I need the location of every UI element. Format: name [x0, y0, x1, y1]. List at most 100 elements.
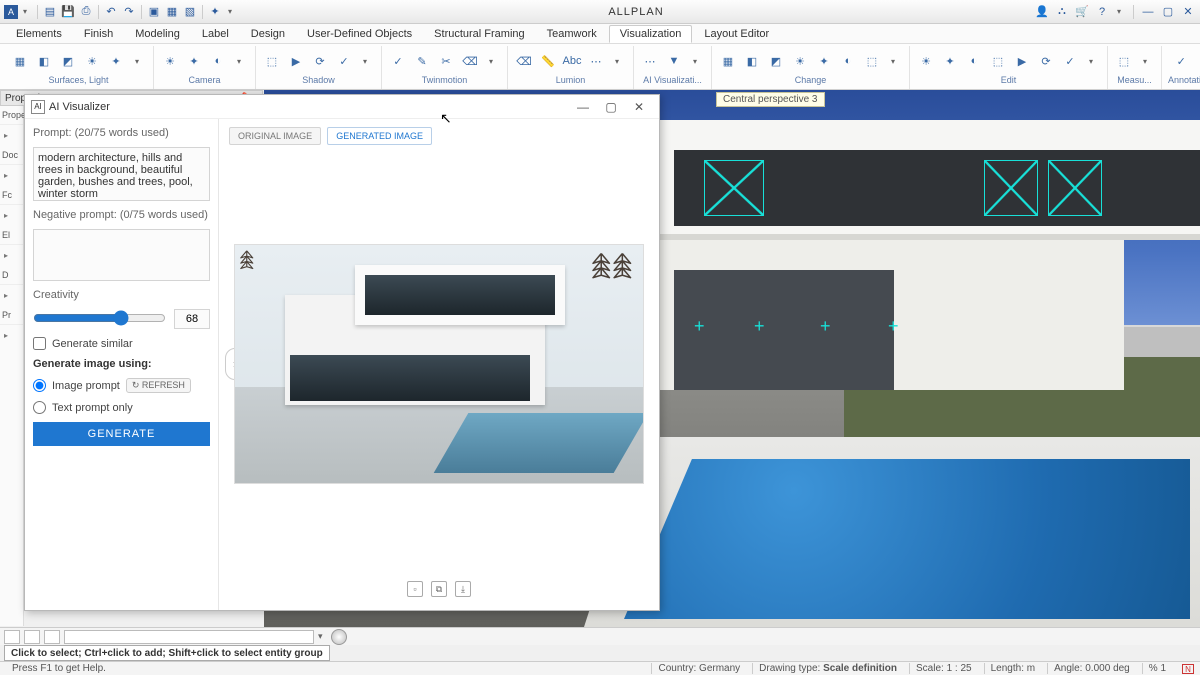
- ribbon-icon[interactable]: ◧: [34, 51, 54, 71]
- tab-label[interactable]: Label: [192, 26, 239, 42]
- ribbon-group-dropdown[interactable]: ▾: [1081, 51, 1101, 71]
- angle-value[interactable]: 0.000: [1085, 663, 1110, 674]
- creativity-slider[interactable]: [33, 310, 166, 326]
- ribbon-icon[interactable]: 📏: [538, 51, 558, 71]
- dialog-maximize-icon[interactable]: ▢: [597, 100, 625, 114]
- expand-icon[interactable]: ▸: [0, 245, 23, 266]
- ribbon-icon[interactable]: ◩: [766, 51, 786, 71]
- tool-icon[interactable]: ✦: [207, 4, 223, 20]
- user-icon[interactable]: 👤: [1034, 4, 1050, 20]
- ribbon-icon[interactable]: Abc: [562, 51, 582, 71]
- ribbon-icon[interactable]: ⬚: [1114, 51, 1134, 71]
- ribbon-icon[interactable]: ✦: [106, 51, 126, 71]
- ribbon-icon[interactable]: ⌫: [514, 51, 534, 71]
- cmd-tool2[interactable]: [24, 630, 40, 644]
- window1-icon[interactable]: ▣: [146, 4, 162, 20]
- ribbon-icon[interactable]: ⟳: [1036, 51, 1056, 71]
- ribbon-group-dropdown[interactable]: ▾: [883, 51, 903, 71]
- generate-similar-checkbox[interactable]: [33, 337, 46, 350]
- ribbon-icon[interactable]: ✓: [1060, 51, 1080, 71]
- scale-value[interactable]: 1 : 25: [947, 663, 972, 674]
- status-n-indicator[interactable]: N: [1182, 664, 1194, 674]
- expand-icon[interactable]: ▸: [0, 325, 23, 346]
- ribbon-group-dropdown[interactable]: ▾: [685, 51, 705, 71]
- ribbon-icon[interactable]: ⋯: [586, 51, 606, 71]
- ribbon-icon[interactable]: ◐: [208, 51, 228, 71]
- users-icon[interactable]: ⛬: [1054, 4, 1070, 20]
- ribbon-group-dropdown[interactable]: ▾: [127, 51, 147, 71]
- dock-tab[interactable]: Doc: [0, 146, 23, 165]
- ribbon-icon[interactable]: ✂: [436, 51, 456, 71]
- ribbon-icon[interactable]: ◧: [742, 51, 762, 71]
- close-icon[interactable]: ✕: [1180, 4, 1196, 20]
- tab-teamwork[interactable]: Teamwork: [537, 26, 607, 42]
- ribbon-icon[interactable]: ▶: [286, 51, 306, 71]
- tab-layout-editor[interactable]: Layout Editor: [694, 26, 779, 42]
- drawing-value[interactable]: Scale definition: [823, 663, 897, 674]
- prompt-input[interactable]: modern architecture, hills and trees in …: [33, 147, 210, 201]
- dock-tab[interactable]: D: [0, 266, 23, 285]
- ribbon-icon[interactable]: ☀: [916, 51, 936, 71]
- dock-tab[interactable]: Fc: [0, 186, 23, 205]
- tab-structural-framing[interactable]: Structural Framing: [424, 26, 534, 42]
- ribbon-group-dropdown[interactable]: ▾: [355, 51, 375, 71]
- command-input[interactable]: [64, 630, 314, 644]
- help-icon[interactable]: ?: [1094, 4, 1110, 20]
- ribbon-icon[interactable]: ▦: [718, 51, 738, 71]
- dialog-minimize-icon[interactable]: —: [569, 100, 597, 114]
- dock-tab[interactable]: El: [0, 226, 23, 245]
- image-prompt-radio[interactable]: [33, 379, 46, 392]
- globe-icon[interactable]: [331, 629, 347, 645]
- dialog-titlebar[interactable]: AI AI Visualizer — ▢ ✕: [25, 95, 659, 119]
- generate-button[interactable]: GENERATE: [33, 422, 210, 446]
- ribbon-icon[interactable]: ✦: [940, 51, 960, 71]
- save-image-icon[interactable]: ▫: [407, 581, 423, 597]
- length-value[interactable]: m: [1027, 663, 1035, 674]
- copy-image-icon[interactable]: ⧉: [431, 581, 447, 597]
- creativity-value[interactable]: [174, 309, 210, 329]
- app-menu-dropdown[interactable]: ▾: [17, 4, 33, 20]
- app-logo-icon[interactable]: A: [4, 5, 18, 19]
- dock-tab[interactable]: Prope: [0, 106, 23, 125]
- ribbon-icon[interactable]: ✦: [814, 51, 834, 71]
- pct-value[interactable]: 1: [1160, 663, 1166, 674]
- ribbon-group-dropdown[interactable]: ▾: [229, 51, 249, 71]
- cart-icon[interactable]: 🛒: [1074, 4, 1090, 20]
- qat-dropdown[interactable]: ▾: [222, 4, 238, 20]
- ribbon-icon[interactable]: ⋯: [640, 51, 660, 71]
- ribbon-icon[interactable]: ◐: [964, 51, 984, 71]
- ribbon-icon[interactable]: ✓: [388, 51, 408, 71]
- save-icon[interactable]: 💾: [60, 4, 76, 20]
- undo-icon[interactable]: ↶: [103, 4, 119, 20]
- ribbon-icon[interactable]: ⌫: [460, 51, 480, 71]
- expand-icon[interactable]: ▸: [0, 125, 23, 146]
- ribbon-icon[interactable]: ⬚: [862, 51, 882, 71]
- ribbon-group-dropdown[interactable]: ▾: [481, 51, 501, 71]
- ribbon-group-dropdown[interactable]: ▾: [1192, 51, 1200, 71]
- tab-finish[interactable]: Finish: [74, 26, 123, 42]
- ribbon-icon[interactable]: ✓: [334, 51, 354, 71]
- ribbon-icon[interactable]: ✦: [184, 51, 204, 71]
- window3-icon[interactable]: ▧: [182, 4, 198, 20]
- expand-icon[interactable]: ▸: [0, 165, 23, 186]
- ribbon-icon[interactable]: ✎: [412, 51, 432, 71]
- ribbon-icon[interactable]: ◐: [838, 51, 858, 71]
- ribbon-icon[interactable]: ⬚: [988, 51, 1008, 71]
- tab-modeling[interactable]: Modeling: [125, 26, 190, 42]
- cmd-dropdown-icon[interactable]: ▾: [318, 631, 323, 642]
- ribbon-icon[interactable]: ◩: [58, 51, 78, 71]
- ribbon-icon[interactable]: ⬚: [262, 51, 282, 71]
- ribbon-icon[interactable]: ✓: [1171, 51, 1191, 71]
- maximize-icon[interactable]: ▢: [1160, 4, 1176, 20]
- minimize-icon[interactable]: —: [1140, 4, 1156, 20]
- window2-icon[interactable]: ▦: [164, 4, 180, 20]
- tab-visualization[interactable]: Visualization: [609, 25, 693, 43]
- cmd-tool1[interactable]: [4, 630, 20, 644]
- refresh-button[interactable]: ↻ REFRESH: [126, 378, 191, 393]
- tab-user-defined-objects[interactable]: User-Defined Objects: [297, 26, 422, 42]
- dock-tab[interactable]: Pr: [0, 306, 23, 325]
- ribbon-icon[interactable]: ☀: [160, 51, 180, 71]
- ribbon-group-dropdown[interactable]: ▾: [1135, 51, 1155, 71]
- help-dropdown[interactable]: ▾: [1111, 4, 1127, 20]
- ribbon-icon[interactable]: ☀: [790, 51, 810, 71]
